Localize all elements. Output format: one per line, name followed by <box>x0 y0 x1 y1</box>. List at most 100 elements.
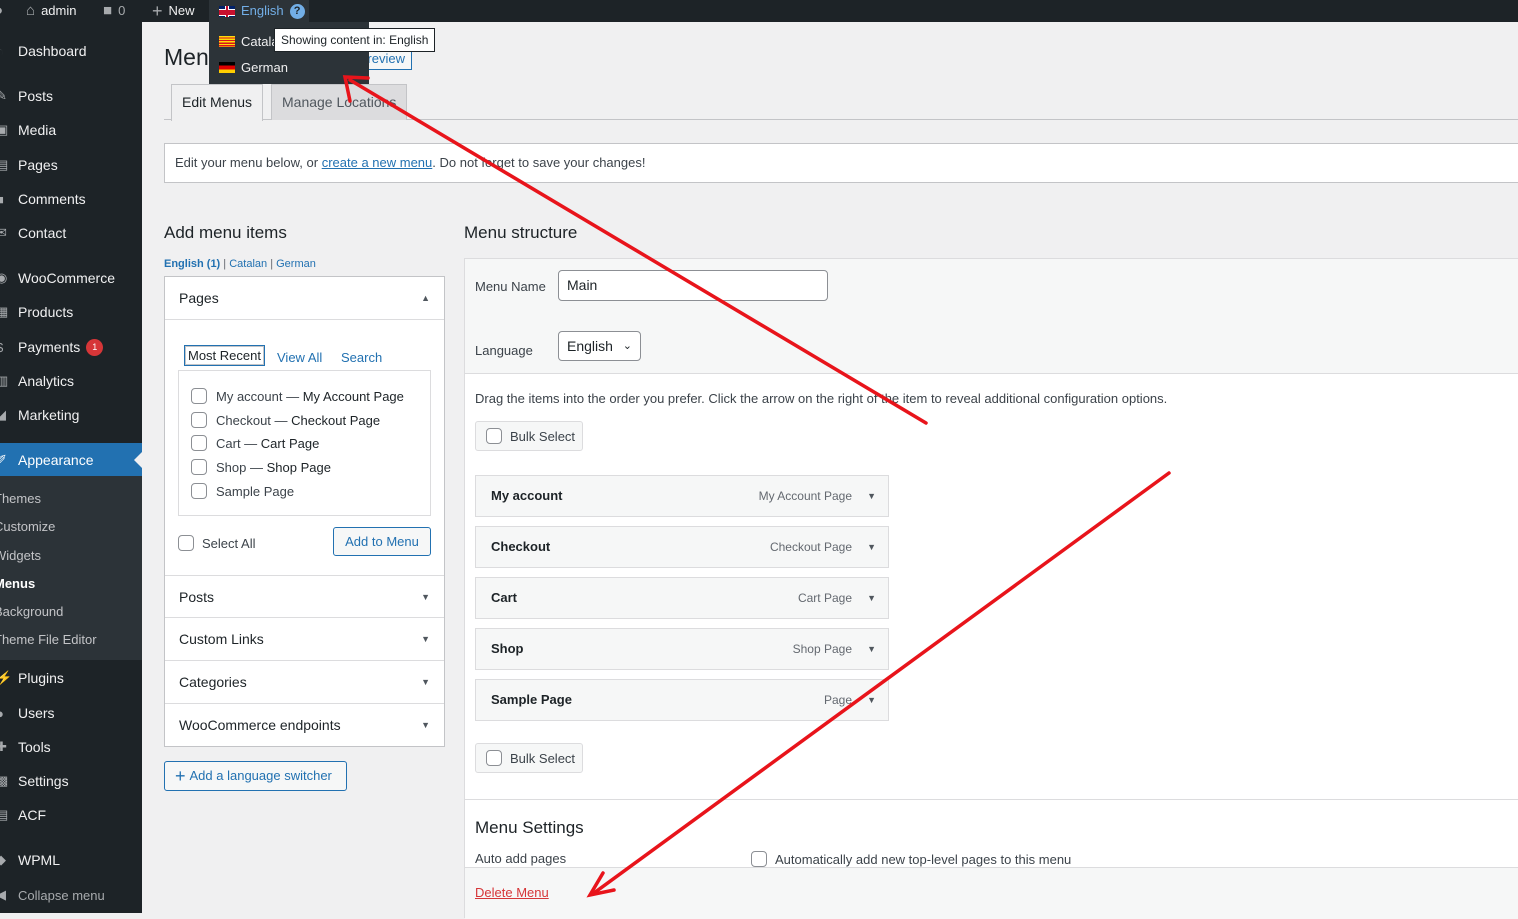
delete-menu-link[interactable]: Delete Menu <box>475 885 549 900</box>
sidebar-item-label: Posts <box>18 88 54 104</box>
menu-item-title: Checkout <box>491 539 551 554</box>
language-switcher[interactable]: English ? <box>209 0 309 22</box>
menu-item-my-account[interactable]: My account My Account Page ▼ <box>475 475 889 517</box>
accordion-posts[interactable]: Posts ▼ <box>165 575 444 618</box>
triangle-down-icon[interactable]: ▼ <box>867 680 876 720</box>
menu-item-sample-page[interactable]: Sample Page Page ▼ <box>475 679 889 721</box>
accordion-woocommerce-endpoints[interactable]: WooCommerce endpoints ▼ <box>165 704 444 747</box>
triangle-down-icon: ▼ <box>421 677 430 687</box>
wordpress-logo[interactable]: ● <box>0 0 3 22</box>
create-new-menu-link[interactable]: create a new menu <box>322 155 433 170</box>
tab-search[interactable]: Search <box>341 350 382 365</box>
sidebar-item-dashboard[interactable]: ◐ Dashboard <box>0 34 142 68</box>
wrench-icon: ✚ <box>0 739 7 754</box>
sidebar-item-products[interactable]: ▦ Products <box>0 295 142 329</box>
submenu-item-background[interactable]: Background <box>0 604 63 619</box>
sidebar-item-posts[interactable]: ✎ Posts <box>0 79 142 113</box>
lang-link-english[interactable]: English (1) <box>164 258 220 270</box>
lang-link-german[interactable]: German <box>276 258 316 270</box>
select-all-checkbox[interactable]: Select All <box>178 535 255 551</box>
help-icon[interactable]: ? <box>289 3 305 19</box>
sidebar-item-label: Tools <box>18 739 51 755</box>
dropdown-item-german[interactable]: German <box>219 60 288 75</box>
tab-view-all[interactable]: View All <box>277 350 322 365</box>
menu-item-type: Checkout Page <box>769 540 852 554</box>
checkbox[interactable] <box>486 750 502 766</box>
sidebar-item-acf[interactable]: ▤ ACF <box>0 798 142 832</box>
accordion-pages[interactable]: Pages ▲ <box>165 277 444 320</box>
submenu-item-themes[interactable]: Themes <box>0 491 41 506</box>
page-checkbox-shop[interactable]: Shop — Shop Page <box>191 459 331 475</box>
tab-manage-locations[interactable]: Manage Locations <box>271 84 408 120</box>
checkbox[interactable] <box>486 428 502 444</box>
triangle-down-icon[interactable]: ▼ <box>867 527 876 567</box>
menu-item-cart[interactable]: Cart Cart Page ▼ <box>475 577 889 619</box>
submenu-item-theme-file-editor[interactable]: Theme File Editor <box>0 632 97 647</box>
accordion-title: Pages <box>179 290 219 306</box>
add-language-switcher-button[interactable]: + Add a language switcher <box>164 761 347 791</box>
sidebar-item-label: ACF <box>18 807 46 823</box>
sidebar-item-appearance[interactable]: ✐ Appearance <box>0 443 142 477</box>
sidebar-item-tools[interactable]: ✚ Tools <box>0 730 142 764</box>
checkbox[interactable] <box>191 388 207 404</box>
sidebar-item-payments[interactable]: $ Payments 1 <box>0 330 142 364</box>
nav-tabs: Edit Menus Manage Locations <box>164 84 1518 121</box>
triangle-down-icon: ▼ <box>421 634 430 644</box>
mail-icon: ✉ <box>0 225 7 240</box>
triangle-down-icon[interactable]: ▼ <box>867 578 876 618</box>
accordion-custom-links[interactable]: Custom Links ▼ <box>165 618 444 661</box>
add-language-switcher-label: Add a language switcher <box>189 768 332 783</box>
checkbox[interactable] <box>751 851 767 867</box>
menu-item-title: My account <box>491 488 563 503</box>
language-select[interactable]: English ⌄ <box>558 331 641 361</box>
checkbox[interactable] <box>191 435 207 451</box>
auto-add-pages-checkbox[interactable]: Automatically add new top-level pages to… <box>751 851 1071 867</box>
sidebar-item-woocommerce[interactable]: ◉ WooCommerce <box>0 261 142 295</box>
checkbox[interactable] <box>178 535 194 551</box>
triangle-down-icon[interactable]: ▼ <box>867 476 876 516</box>
comments-link[interactable]: ■ 0 <box>103 0 125 22</box>
lang-link-catalan[interactable]: Catalan <box>229 258 267 270</box>
sidebar-item-plugins[interactable]: ⚡ Plugins <box>0 661 142 695</box>
sidebar-item-analytics[interactable]: ▥ Analytics <box>0 364 142 398</box>
page-checkbox-cart[interactable]: Cart — Cart Page <box>191 435 319 451</box>
tab-edit-menus[interactable]: Edit Menus <box>171 84 264 121</box>
checkbox[interactable] <box>191 483 207 499</box>
sidebar-item-wpml[interactable]: ◆ WPML <box>0 843 142 877</box>
checkbox[interactable] <box>191 459 207 475</box>
page-checkbox-sample-page[interactable]: Sample Page <box>191 483 294 499</box>
sidebar-item-comments[interactable]: ■ Comments <box>0 182 142 216</box>
collapse-menu-button[interactable]: ◀ Collapse menu <box>0 878 142 912</box>
sidebar-item-media[interactable]: ▣ Media <box>0 113 142 147</box>
menu-name-input[interactable]: Main <box>558 270 828 301</box>
sidebar-item-label: Payments <box>18 339 81 355</box>
bulk-select-bottom[interactable]: Bulk Select <box>475 743 583 773</box>
site-name-link[interactable]: ⌂ admin <box>26 0 76 22</box>
menu-item-type: My Account Page <box>758 489 852 503</box>
triangle-down-icon: ▼ <box>421 592 430 602</box>
submenu-item-customize[interactable]: Customize <box>0 519 55 534</box>
sidebar-item-settings[interactable]: ▩ Settings <box>0 764 142 798</box>
menu-item-checkout[interactable]: Checkout Checkout Page ▼ <box>475 526 889 568</box>
menu-item-shop[interactable]: Shop Shop Page ▼ <box>475 628 889 670</box>
sidebar-item-contact[interactable]: ✉ Contact <box>0 216 142 250</box>
submenu-item-widgets[interactable]: Widgets <box>0 548 41 563</box>
triangle-down-icon[interactable]: ▼ <box>867 629 876 669</box>
sidebar-item-pages[interactable]: ▤ Pages <box>0 148 142 182</box>
sidebar-item-marketing[interactable]: ◢ Marketing <box>0 398 142 432</box>
sidebar-item-label: Plugins <box>18 670 64 686</box>
bulk-select-top[interactable]: Bulk Select <box>475 421 583 451</box>
menu-item-type: Shop Page <box>792 642 852 656</box>
page-checkbox-my-account[interactable]: My account — My Account Page <box>191 388 404 404</box>
user-icon: ● <box>0 706 14 721</box>
accordion-title: WooCommerce endpoints <box>179 717 341 733</box>
tab-most-recent[interactable]: Most Recent <box>184 345 265 366</box>
submenu-item-menus[interactable]: Menus <box>0 576 35 591</box>
accordion-categories[interactable]: Categories ▼ <box>165 661 444 704</box>
sidebar-item-users[interactable]: ● Users <box>0 696 142 730</box>
checkbox[interactable] <box>191 412 207 428</box>
page-checkbox-checkout[interactable]: Checkout — Checkout Page <box>191 412 380 428</box>
sidebar-item-label: WooCommerce <box>18 270 115 286</box>
add-to-menu-button[interactable]: Add to Menu <box>333 527 431 556</box>
new-content-link[interactable]: + New <box>152 0 195 22</box>
